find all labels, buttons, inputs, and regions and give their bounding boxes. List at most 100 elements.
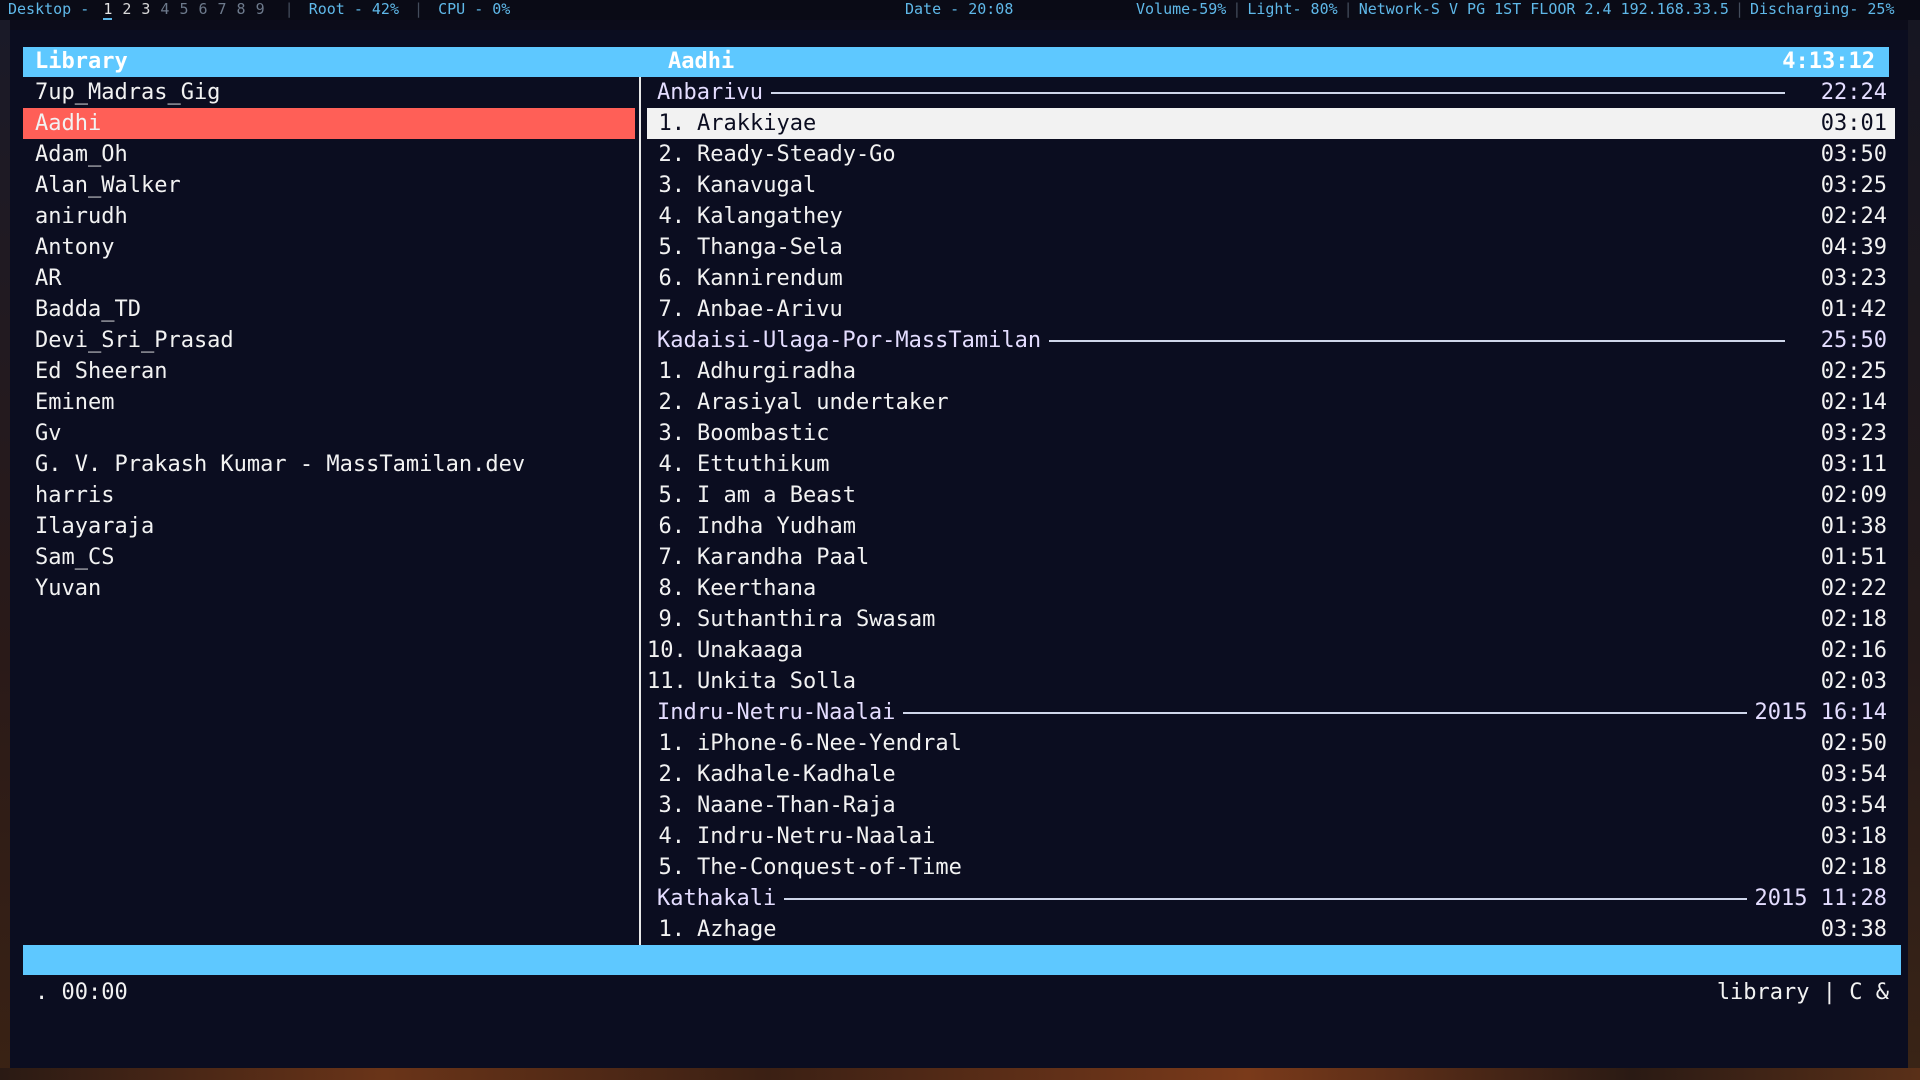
library-item[interactable]: Ed Sheeran (23, 356, 635, 387)
library-item[interactable]: Alan_Walker (23, 170, 635, 201)
playlist-header: Aadhi 4:13:12 (521, 47, 1889, 77)
desktop-label: Desktop - (8, 0, 90, 18)
track-title: The-Conquest-of-Time (697, 855, 962, 880)
track-duration: 03:38 (1820, 917, 1887, 942)
library-item[interactable]: Yuvan (23, 573, 635, 604)
track-duration: 01:42 (1820, 297, 1887, 322)
track-number: 8. (658, 576, 686, 601)
library-item[interactable]: AR (23, 263, 635, 294)
library-item[interactable]: Ilayaraja (23, 511, 635, 542)
workspace-list: 123456789 (98, 0, 269, 20)
track-duration: 02:18 (1820, 607, 1887, 632)
track-row[interactable]: 7. Karandha Paal 01:51 (647, 542, 1895, 573)
track-duration: 02:22 (1820, 576, 1887, 601)
track-row[interactable]: 1. iPhone-6-Nee-Yendral 02:50 (647, 728, 1895, 759)
track-number: 4. (658, 824, 686, 849)
track-title: Suthanthira Swasam (697, 607, 936, 632)
track-number: 1. (658, 731, 686, 756)
track-row[interactable]: 5. I am a Beast 02:09 (647, 480, 1895, 511)
track-row[interactable]: 7. Anbae-Arivu 01:42 (647, 294, 1895, 325)
library-item[interactable]: G. V. Prakash Kumar - MassTamilan.dev (23, 449, 635, 480)
track-number: 3. (658, 173, 686, 198)
track-number: 6. (658, 514, 686, 539)
workspace-3[interactable]: 3 (141, 0, 150, 18)
track-row[interactable]: 3. Naane-Than-Raja 03:54 (647, 790, 1895, 821)
workspace-1[interactable]: 1 (103, 0, 113, 20)
library-item[interactable]: Sam_CS (23, 542, 635, 573)
library-item[interactable]: harris (23, 480, 635, 511)
pane-divider (639, 77, 641, 975)
playback-position: . 00:00 (35, 980, 128, 1005)
library-item[interactable]: Devi_Sri_Prasad (23, 325, 635, 356)
track-row[interactable]: 2. Kadhale-Kadhale 03:54 (647, 759, 1895, 790)
library-item[interactable]: anirudh (23, 201, 635, 232)
library-item[interactable]: Adam_Oh (23, 139, 635, 170)
library-item[interactable]: Aadhi (23, 108, 635, 139)
track-row[interactable]: 1. Adhurgiradha 02:25 (647, 356, 1895, 387)
track-duration: 03:01 (1820, 111, 1887, 136)
album-header[interactable]: Kathakali 2015 11:28 (657, 883, 1895, 914)
album-year-duration: 22:24 (1812, 77, 1887, 108)
track-row[interactable]: 1. Azhage 03:38 (647, 914, 1895, 945)
library-item[interactable]: Badda_TD (23, 294, 635, 325)
album-header[interactable]: Indru-Netru-Naalai 2015 16:14 (657, 697, 1895, 728)
track-row[interactable]: 1. Arakkiyae 03:01 (647, 108, 1895, 139)
track-row[interactable]: 6. Indha Yudham 01:38 (647, 511, 1895, 542)
track-number: 1. (658, 917, 686, 942)
track-row[interactable]: 8. Keerthana 02:22 (647, 573, 1895, 604)
library-item[interactable]: Eminem (23, 387, 635, 418)
track-duration: 02:25 (1820, 359, 1887, 384)
system-indicators: Volume-59% | Light- 80% | Network-S V PG 1ST… (1136, 0, 1895, 18)
track-title: Kannirendum (697, 266, 843, 291)
network-indicator[interactable]: Network-S V PG 1ST FLOOR 2.4 192.168.33.… (1359, 0, 1729, 18)
track-number: 5. (658, 855, 686, 880)
track-row[interactable]: 6. Kannirendum 03:23 (647, 263, 1895, 294)
album-header[interactable]: Kadaisi-Ulaga-Por-MassTamilan 25:50 (657, 325, 1895, 356)
track-title: Azhage (697, 917, 777, 942)
track-row[interactable]: 10. Unakaaga 02:16 (647, 635, 1895, 666)
track-row[interactable]: 4. Ettuthikum 03:11 (647, 449, 1895, 480)
track-number: 7. (658, 297, 686, 322)
track-duration: 04:39 (1820, 235, 1887, 260)
track-title: Arakkiyae (697, 111, 817, 136)
track-row[interactable]: 4. Indru-Netru-Naalai 03:18 (647, 821, 1895, 852)
track-number: 9. (658, 607, 686, 632)
workspace-9[interactable]: 9 (256, 0, 265, 18)
album-header[interactable]: Anbarivu 22:24 (657, 77, 1895, 108)
track-number: 4. (658, 204, 686, 229)
light-indicator[interactable]: Light- 80% (1247, 0, 1337, 18)
library-header: Library (23, 47, 533, 77)
track-row[interactable]: 11. Unkita Solla 02:03 (647, 666, 1895, 697)
track-number: 11. (647, 669, 687, 694)
workspace-2[interactable]: 2 (122, 0, 131, 18)
workspace-4[interactable]: 4 (160, 0, 169, 18)
library-item[interactable]: Antony (23, 232, 635, 263)
track-title: Kanavugal (697, 173, 817, 198)
track-row[interactable]: 9. Suthanthira Swasam 02:18 (647, 604, 1895, 635)
workspace-6[interactable]: 6 (198, 0, 207, 18)
workspace-8[interactable]: 8 (237, 0, 246, 18)
track-number: 3. (658, 421, 686, 446)
track-row[interactable]: 3. Boombastic 03:23 (647, 418, 1895, 449)
track-row[interactable]: 2. Arasiyal undertaker 02:14 (647, 387, 1895, 418)
track-row[interactable]: 3. Kanavugal 03:25 (647, 170, 1895, 201)
library-item[interactable]: 7up_Madras_Gig (23, 77, 635, 108)
workspace-5[interactable]: 5 (179, 0, 188, 18)
track-title: Arasiyal undertaker (697, 390, 949, 415)
track-number: 3. (658, 793, 686, 818)
track-row[interactable]: 5. The-Conquest-of-Time 02:18 (647, 852, 1895, 883)
album-separator-line (657, 898, 1785, 900)
track-row[interactable]: 2. Ready-Steady-Go 03:50 (647, 139, 1895, 170)
workspace-7[interactable]: 7 (218, 0, 227, 18)
track-number: 2. (658, 390, 686, 415)
track-duration: 02:16 (1820, 638, 1887, 663)
volume-indicator[interactable]: Volume-59% (1136, 0, 1226, 18)
album-year-duration: 2015 16:14 (1746, 697, 1887, 728)
track-duration: 02:03 (1820, 669, 1887, 694)
track-row[interactable]: 4. Kalangathey 02:24 (647, 201, 1895, 232)
cpu-usage: CPU - 0% (438, 0, 511, 18)
track-row[interactable]: 5. Thanga-Sela 04:39 (647, 232, 1895, 263)
track-number: 6. (658, 266, 686, 291)
library-item[interactable]: Gv (23, 418, 635, 449)
track-number: 1. (658, 111, 686, 136)
